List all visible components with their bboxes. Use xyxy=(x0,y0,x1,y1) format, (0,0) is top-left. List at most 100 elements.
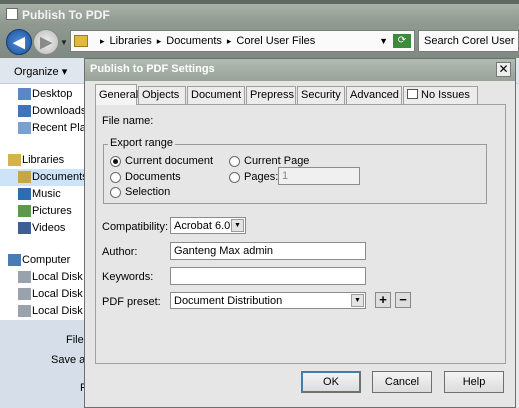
back-button[interactable]: ◀ xyxy=(6,29,32,55)
forward-arrow-icon: ▶ xyxy=(40,34,52,51)
breadcrumb-documents[interactable]: Documents xyxy=(166,35,222,47)
ok-button[interactable]: OK xyxy=(301,371,361,393)
pdf-preset-select[interactable]: Document Distribution ▼ xyxy=(170,292,366,309)
pdf-preset-label: PDF preset: xyxy=(102,296,161,308)
desktop-icon xyxy=(18,88,31,100)
compatibility-value: Acrobat 6.0 xyxy=(174,220,231,232)
computer-icon xyxy=(8,254,21,266)
tab-document-label: Document xyxy=(191,89,242,101)
breadcrumb: ▸ Libraries ▸ Documents ▸ Corel User Files xyxy=(95,35,315,47)
help-button[interactable]: Help xyxy=(444,371,504,393)
tab-security-label: Security xyxy=(301,89,341,101)
selection-radio[interactable] xyxy=(110,187,121,198)
tab-no-issues-label: No Issues xyxy=(421,89,470,101)
export-range-legend: Export range xyxy=(108,137,175,149)
documents-label: Documents xyxy=(125,171,181,183)
tab-advanced[interactable]: Advanced xyxy=(346,86,402,104)
navigation-pane: Desktop Downloads Recent Places Libraries Do… xyxy=(0,84,90,320)
sidebar-item-label: Documents xyxy=(32,171,88,183)
top-strip xyxy=(0,0,519,4)
breadcrumb-corel-user-files[interactable]: Corel User Files xyxy=(236,35,315,47)
chevron-down-icon: ▼ xyxy=(231,219,244,232)
pages-radio[interactable] xyxy=(229,172,240,183)
breadcrumb-separator-icon: ▸ xyxy=(100,36,105,46)
file-name-label: File name: xyxy=(102,115,154,127)
disk-icon xyxy=(18,271,31,283)
breadcrumb-separator-icon: ▸ xyxy=(156,36,162,46)
refresh-icon[interactable]: ⟳ xyxy=(393,34,411,48)
publish-to-pdf-settings-dialog: Publish to PDF Settings ✕ General Object… xyxy=(84,58,516,408)
pages-input[interactable]: 1 xyxy=(278,167,360,185)
tab-general-label: General xyxy=(99,89,139,101)
address-dropdown-icon[interactable]: ▼ xyxy=(379,36,388,46)
disk-icon xyxy=(18,305,31,317)
folder-icon xyxy=(74,35,88,47)
current-page-radio[interactable] xyxy=(229,156,240,167)
no-issues-icon xyxy=(407,89,418,99)
sidebar-item-desktop[interactable]: Desktop xyxy=(0,86,90,103)
tab-prepress-label: Prepress xyxy=(250,89,295,101)
search-input[interactable]: Search Corel User Files xyxy=(418,30,519,52)
tab-security[interactable]: Security xyxy=(297,86,345,104)
close-icon[interactable]: ✕ xyxy=(496,62,511,77)
sidebar-item-label: Computer xyxy=(22,254,71,266)
sidebar-item-recent-places[interactable]: Recent Places xyxy=(0,120,90,137)
dialog-titlebar: Publish to PDF Settings ✕ xyxy=(85,59,515,81)
tab-general[interactable]: General xyxy=(95,84,139,105)
sidebar-item-local-disk[interactable]: Local Disk xyxy=(0,303,90,320)
chevron-down-icon: ▼ xyxy=(351,294,364,307)
sidebar-item-label: Local Disk xyxy=(32,271,83,283)
breadcrumb-libraries[interactable]: Libraries xyxy=(110,35,152,47)
current-document-label: Current document xyxy=(125,155,214,167)
videos-icon xyxy=(18,222,31,234)
sidebar-item-videos[interactable]: Videos xyxy=(0,220,90,237)
current-page-label: Current Page xyxy=(244,155,310,167)
pdf-preset-value: Document Distribution xyxy=(174,295,283,307)
tab-document[interactable]: Document xyxy=(187,86,245,104)
outer-window-title: Publish To PDF xyxy=(22,8,110,22)
sidebar-item-label: Pictures xyxy=(32,205,72,217)
sidebar-item-documents[interactable]: Documents xyxy=(0,169,90,186)
sidebar-item-pictures[interactable]: Pictures xyxy=(0,203,90,220)
compatibility-label: Compatibility: xyxy=(102,221,169,233)
documents-icon xyxy=(18,171,31,183)
dialog-title: Publish to PDF Settings xyxy=(90,63,215,75)
tab-objects-label: Objects xyxy=(142,89,180,101)
music-icon xyxy=(18,188,31,200)
documents-radio[interactable] xyxy=(110,172,121,183)
sidebar-item-downloads[interactable]: Downloads xyxy=(0,103,90,120)
author-label: Author: xyxy=(102,246,138,258)
remove-preset-button[interactable]: − xyxy=(395,292,411,308)
forward-button[interactable]: ▶ xyxy=(33,29,59,55)
general-tab-panel: File name: Export range Current document… xyxy=(95,104,506,364)
export-range-group: Export range Current document Documents … xyxy=(103,137,487,204)
sidebar-item-label: Local Disk xyxy=(32,288,83,300)
tab-objects[interactable]: Objects xyxy=(138,86,186,104)
tab-prepress[interactable]: Prepress xyxy=(246,86,296,104)
history-dropdown-icon[interactable]: ▼ xyxy=(60,38,68,47)
sidebar-item-label: Libraries xyxy=(22,154,65,166)
sidebar-item-local-disk[interactable]: Local Disk xyxy=(0,286,90,303)
sidebar-item-label: Recent Places xyxy=(32,122,90,134)
current-document-radio[interactable] xyxy=(110,156,121,167)
author-input[interactable]: Ganteng Max admin xyxy=(170,242,366,260)
address-bar[interactable]: ▸ Libraries ▸ Documents ▸ Corel User Files ▼ … xyxy=(70,30,415,52)
compatibility-select[interactable]: Acrobat 6.0 ▼ xyxy=(170,217,246,234)
organize-button[interactable]: Organize ▾ xyxy=(14,65,67,78)
add-preset-button[interactable]: + xyxy=(375,292,391,308)
address-bar-row: ◀ ▶ ▼ ▸ Libraries ▸ Documents ▸ Corel User Fi… xyxy=(0,26,519,58)
keywords-input[interactable] xyxy=(170,267,366,285)
downloads-icon xyxy=(18,105,31,117)
sidebar-item-libraries[interactable]: Libraries xyxy=(0,152,90,169)
sidebar-item-label: Desktop xyxy=(32,88,73,100)
cancel-button[interactable]: Cancel xyxy=(372,371,432,393)
sidebar-item-music[interactable]: Music xyxy=(0,186,90,203)
selection-label: Selection xyxy=(125,186,171,198)
sidebar-item-computer[interactable]: Computer xyxy=(0,252,90,269)
sidebar-item-label: Downloads xyxy=(32,105,87,117)
breadcrumb-separator-icon: ▸ xyxy=(226,36,232,46)
tab-advanced-label: Advanced xyxy=(350,89,399,101)
sidebar-item-local-disk[interactable]: Local Disk xyxy=(0,269,90,286)
disk-icon xyxy=(18,288,31,300)
tab-no-issues[interactable]: No Issues xyxy=(403,86,478,104)
